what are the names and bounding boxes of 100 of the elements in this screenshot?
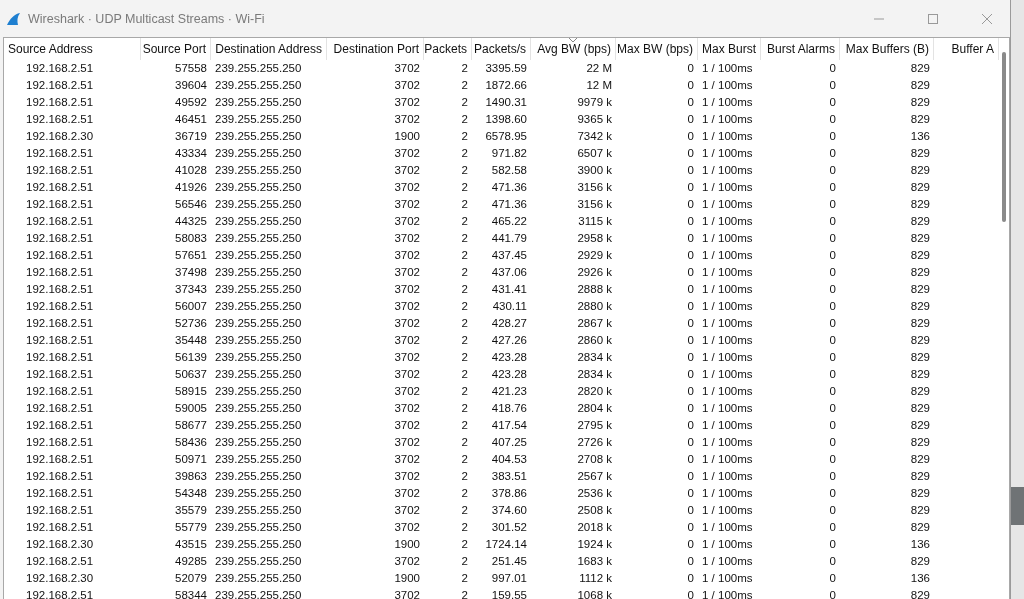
table-cell-text: 50971 xyxy=(174,452,208,467)
table-cell-text: 2 xyxy=(460,78,469,93)
table-cell-text: 58677 xyxy=(174,418,208,433)
table-cell-text: 0 xyxy=(686,503,695,518)
table-cell-text: 251.45 xyxy=(490,554,528,569)
table-cell-text: 0 xyxy=(686,350,695,365)
table-cell-text: 1 / 100ms xyxy=(701,129,754,144)
table-cell-text: 2 xyxy=(460,520,469,535)
table-cell-text: 56546 xyxy=(174,197,208,212)
table-cell-text: 0 xyxy=(828,299,837,314)
column-header[interactable]: Destination Address xyxy=(211,38,327,60)
table-cell-text: 829 xyxy=(909,231,931,246)
table-cell-text: 52079 xyxy=(174,571,208,586)
table-cell-text: 471.36 xyxy=(490,197,528,212)
table-cell-text: 0 xyxy=(828,214,837,229)
table-cell-text: 0 xyxy=(828,197,837,212)
table-cell-text: 2834 k xyxy=(576,350,613,365)
table-cell-text: 0 xyxy=(828,486,837,501)
column-header[interactable]: Burst Alarms xyxy=(761,38,840,60)
table-cell-text: 0 xyxy=(828,231,837,246)
table-cell-text: 192.168.2.51 xyxy=(25,248,95,263)
table-cell-text: 1 / 100ms xyxy=(701,452,754,467)
table-cell-text: 997.01 xyxy=(490,571,528,586)
table-cell-text: 192.168.2.51 xyxy=(25,78,95,93)
column-header[interactable]: Destination Port xyxy=(327,38,424,60)
table-cell-text: 1 / 100ms xyxy=(701,95,754,110)
table-cell-text: 2795 k xyxy=(576,418,613,433)
table-cell-text: 423.28 xyxy=(490,350,528,365)
table-cell-text: 44325 xyxy=(174,214,208,229)
table-cell-text: 1 / 100ms xyxy=(701,537,754,552)
table-cell-text: 0 xyxy=(828,316,837,331)
table-cell-text: 0 xyxy=(686,435,695,450)
table-cell-text: 192.168.2.51 xyxy=(25,214,95,229)
table-cell-text: 430.11 xyxy=(491,299,528,314)
column-header[interactable]: Avg BW (bps) xyxy=(531,38,616,60)
table-cell-text: 0 xyxy=(686,231,695,246)
table-cell-text: 239.255.255.250 xyxy=(214,163,303,178)
table-cell-text: 3702 xyxy=(393,265,421,280)
table-cell-text: 3702 xyxy=(393,418,421,433)
column-header[interactable]: Max Buffers (B) xyxy=(840,38,934,60)
table-cell-text: 3702 xyxy=(393,452,421,467)
table-cell-text: 0 xyxy=(686,554,695,569)
table-cell-text: 2 xyxy=(460,265,469,280)
table-cell-text: 239.255.255.250 xyxy=(214,316,303,331)
table-cell-text: 428.27 xyxy=(490,316,528,331)
table-cell-text: 0 xyxy=(828,503,837,518)
table-cell-text: 3702 xyxy=(393,146,421,161)
table-cell-text: 192.168.2.51 xyxy=(25,418,95,433)
table-cell-text: 0 xyxy=(686,452,695,467)
table-cell-text: 441.79 xyxy=(490,231,528,246)
column-header[interactable]: Max BW (bps) xyxy=(616,38,698,60)
table-cell-text: 2 xyxy=(460,112,469,127)
table-cell-text: 3702 xyxy=(393,282,421,297)
column-header[interactable]: Source Address xyxy=(4,38,141,60)
table-cell-text: 58436 xyxy=(174,435,208,450)
column-header[interactable]: Packets xyxy=(424,38,472,60)
table-cell-text: 1 / 100ms xyxy=(701,112,754,127)
table-cell-text: 2 xyxy=(460,316,469,331)
table-cell-text: 192.168.2.51 xyxy=(25,435,95,450)
table-cell-text: 0 xyxy=(686,265,695,280)
table-cell-text: 0 xyxy=(828,248,837,263)
table-cell-text: 1683 k xyxy=(576,554,613,569)
table-cell-text: 3702 xyxy=(393,163,421,178)
table-cell-text: 2958 k xyxy=(576,231,613,246)
column-header[interactable]: Packets/s xyxy=(472,38,531,60)
table-cell-text: 0 xyxy=(686,588,695,599)
table-cell-text: 192.168.2.51 xyxy=(25,95,95,110)
table-cell-text: 7342 k xyxy=(576,129,613,144)
table-cell-text: 12 M xyxy=(585,78,613,93)
table-cell-text: 1 / 100ms xyxy=(701,418,754,433)
column-header[interactable]: Source Port xyxy=(141,38,211,60)
table-cell-text: 3156 k xyxy=(576,180,613,195)
table-cell-text: 3702 xyxy=(393,95,421,110)
table-cell-text: 0 xyxy=(828,112,837,127)
table-cell-text: 239.255.255.250 xyxy=(214,333,303,348)
table-cell-text: 3702 xyxy=(393,61,421,76)
table-cell-text: 1 / 100ms xyxy=(701,333,754,348)
table-cell-text: 829 xyxy=(909,469,931,484)
column-header[interactable]: Max Burst xyxy=(698,38,761,60)
table-cell-text: 192.168.2.51 xyxy=(25,231,95,246)
table-cell-text: 417.54 xyxy=(490,418,528,433)
table-cell-text: 239.255.255.250 xyxy=(214,282,303,297)
table-cell-text: 0 xyxy=(828,452,837,467)
table-cell-text: 2860 k xyxy=(576,333,613,348)
table-cell-text: 3702 xyxy=(393,197,421,212)
table-cell-text: 582.58 xyxy=(490,163,528,178)
table-cell-text: 2 xyxy=(460,282,469,297)
table-cell-text: 22 M xyxy=(585,61,613,76)
table-cell-text: 829 xyxy=(909,265,931,280)
table-cell-text: 0 xyxy=(686,282,695,297)
table-cell-text: 56007 xyxy=(174,299,208,314)
table-cell-text: 1 / 100ms xyxy=(701,61,754,76)
table-cell-text: 58083 xyxy=(174,231,208,246)
table-cell-text: 2880 k xyxy=(576,299,613,314)
table-cell-text: 1 / 100ms xyxy=(701,503,754,518)
table-cell-text: 0 xyxy=(686,214,695,229)
table-cell-text: 2 xyxy=(460,197,469,212)
table-cell-text: 1 / 100ms xyxy=(701,401,754,416)
table-cell-text: 1 / 100ms xyxy=(701,197,754,212)
table-cell-text: 423.28 xyxy=(490,367,528,382)
